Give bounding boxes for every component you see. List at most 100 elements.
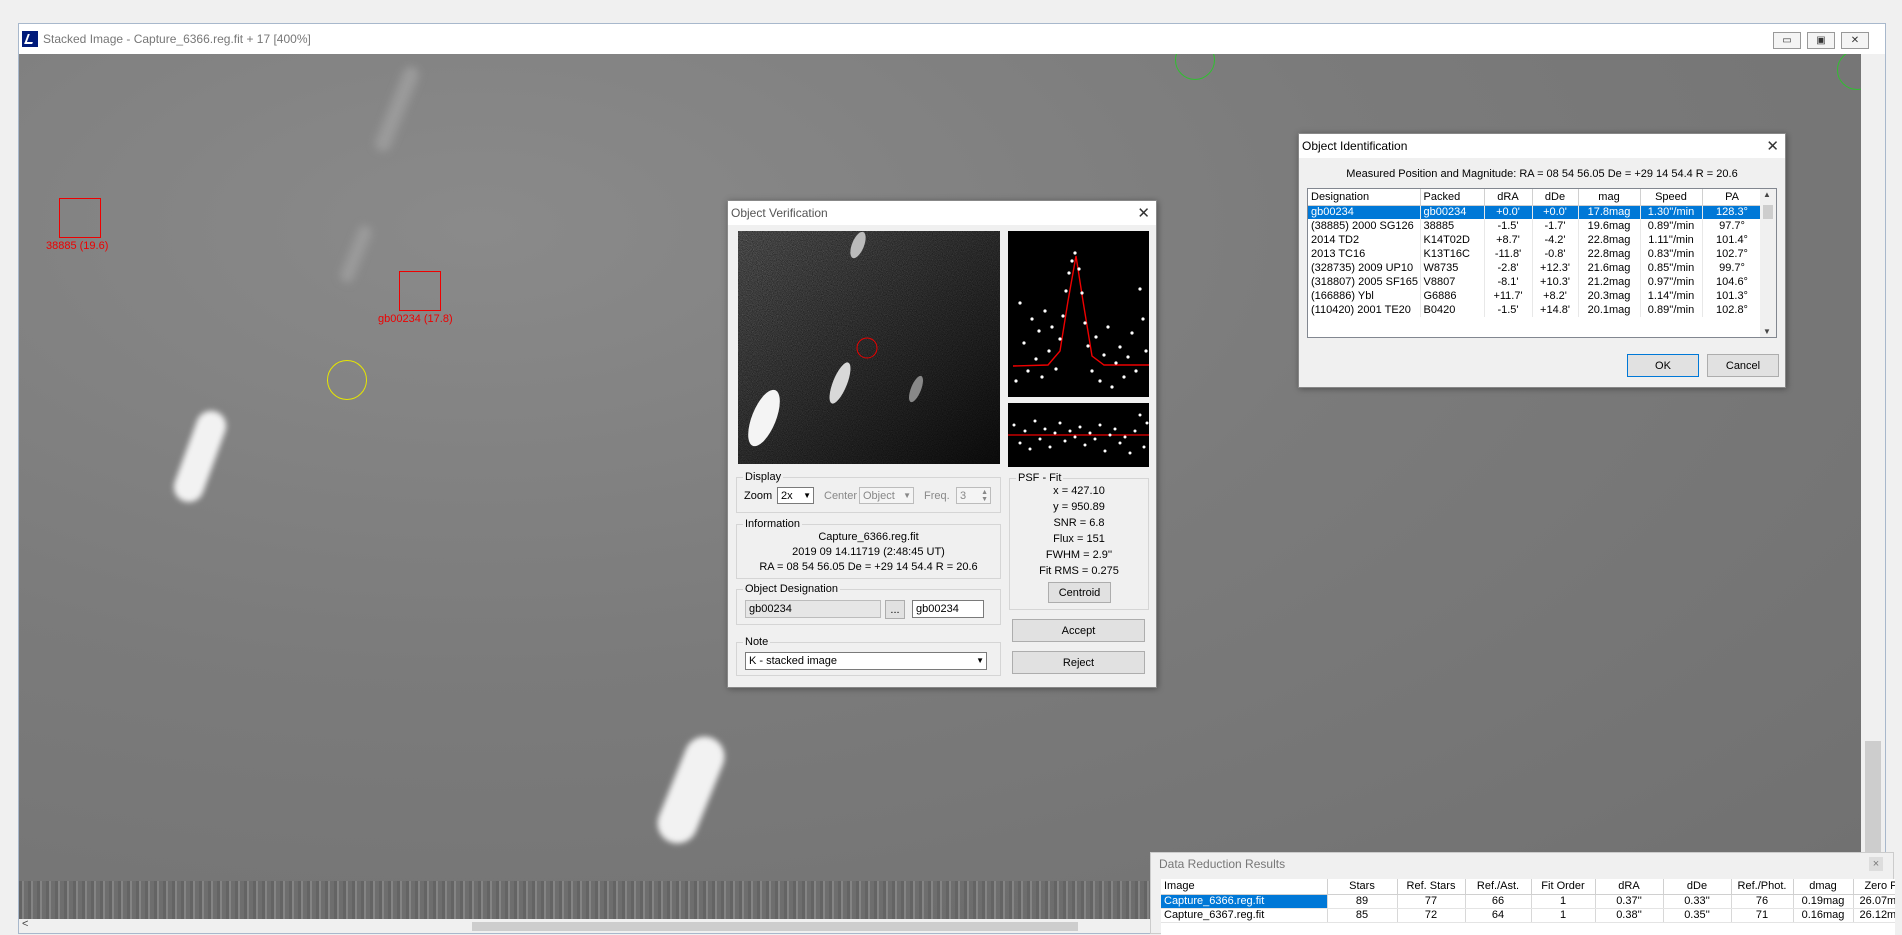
- stacked-image-titlebar[interactable]: Stacked Image - Capture_6366.reg.fit + 1…: [19, 24, 1885, 54]
- scroll-down-icon[interactable]: ▼: [1763, 327, 1771, 336]
- object-marker[interactable]: [59, 198, 101, 238]
- candidate-row[interactable]: (166886) Ybl G6886 +11.7' +8.2' 20.3mag 1.14'…: [1308, 289, 1763, 303]
- column-header[interactable]: PA: [1702, 189, 1763, 206]
- object-identification-titlebar[interactable]: Object Identification ✕: [1299, 134, 1785, 158]
- psf-x: x = 427.10: [1053, 485, 1105, 497]
- candidate-row[interactable]: (328735) 2009 UP10 W8735 -2.8' +12.3' 21.6ma…: [1308, 261, 1763, 275]
- candidate-row[interactable]: (38885) 2000 SG126 38885 -1.5' -1.7' 19.6mag…: [1308, 219, 1763, 233]
- column-header[interactable]: dmag: [1793, 879, 1854, 895]
- table-cell: gb00234: [1420, 205, 1485, 219]
- zoom-value: 2x: [781, 489, 793, 502]
- table-cell: +8.2': [1532, 289, 1579, 303]
- designation-alt-field[interactable]: gb00234: [912, 600, 984, 618]
- list-scroll-thumb[interactable]: [1763, 205, 1773, 219]
- reject-button[interactable]: Reject: [1012, 651, 1145, 674]
- table-cell: (38885) 2000 SG126: [1308, 219, 1421, 233]
- vertical-scrollbar[interactable]: [1861, 54, 1885, 921]
- candidate-row[interactable]: 2014 TD2 K14T02D +8.7' -4.2' 22.8mag 1.11''/m…: [1308, 233, 1763, 247]
- column-header[interactable]: Ref./Phot.: [1731, 879, 1794, 895]
- candidate-row[interactable]: (318807) 2005 SF165 V8807 -8.1' +10.3' 21.2m…: [1308, 275, 1763, 289]
- column-header[interactable]: Ref. Stars: [1397, 879, 1466, 895]
- horizontal-scroll-thumb[interactable]: [472, 922, 1078, 931]
- table-cell: W8735: [1420, 261, 1485, 275]
- table-cell: 38885: [1420, 219, 1485, 233]
- note-select[interactable]: K - stacked image ▼: [745, 652, 987, 670]
- centroid-label: Centroid: [1058, 586, 1101, 599]
- column-header[interactable]: Stars: [1327, 879, 1398, 895]
- table-cell: 0.38'': [1595, 908, 1664, 923]
- column-header[interactable]: dDe: [1663, 879, 1732, 895]
- target-circle[interactable]: [327, 360, 367, 400]
- center-select[interactable]: Object ▼: [859, 487, 914, 504]
- info-file: Capture_6366.reg.fit: [818, 531, 919, 543]
- column-header[interactable]: Speed: [1640, 189, 1703, 206]
- designation-field[interactable]: gb00234: [745, 600, 881, 618]
- table-cell: 26.07mag: [1853, 894, 1895, 909]
- ok-button[interactable]: OK: [1627, 354, 1699, 377]
- candidate-row[interactable]: 2013 TC16 K13T16C -11.8' -0.8' 22.8mag 0.83''…: [1308, 247, 1763, 261]
- candidate-row[interactable]: gb00234 gb00234 +0.0' +0.0' 17.8mag 1.30''/mi…: [1308, 205, 1763, 219]
- column-header[interactable]: mag: [1578, 189, 1641, 206]
- cancel-button[interactable]: Cancel: [1707, 354, 1779, 377]
- data-reduction-titlebar[interactable]: Data Reduction Results ×: [1151, 853, 1893, 875]
- table-cell: 21.6mag: [1578, 261, 1641, 275]
- dialog-title: Object Identification: [1302, 139, 1408, 153]
- candidates-list[interactable]: Designation Packed dRA dDe mag Speed PA …: [1307, 188, 1777, 338]
- table-row[interactable]: Capture_6366.reg.fit 89 77 66 1 0.37'' 0.33'' 7…: [1161, 894, 1895, 909]
- table-cell: 64: [1465, 908, 1532, 923]
- column-header[interactable]: Image: [1161, 879, 1328, 895]
- close-icon[interactable]: ×: [1869, 857, 1883, 871]
- object-zoom-image[interactable]: [738, 231, 1000, 464]
- table-cell: 102.7°: [1702, 247, 1763, 261]
- table-cell: 76: [1731, 894, 1794, 909]
- object-marker-label: 38885 (19.6): [46, 240, 109, 252]
- accept-button[interactable]: Accept: [1012, 619, 1145, 642]
- maximize-button[interactable]: ▣: [1807, 32, 1835, 49]
- freq-label: Freq.: [924, 490, 950, 502]
- freq-stepper[interactable]: 3 ▲ ▼: [956, 487, 991, 504]
- star-circle[interactable]: [1175, 54, 1215, 80]
- column-header[interactable]: dRA: [1484, 189, 1533, 206]
- chevron-down-icon: ▼: [803, 491, 811, 500]
- scroll-left-icon[interactable]: <: [22, 918, 28, 930]
- app-icon: [22, 31, 38, 47]
- column-header[interactable]: dDe: [1532, 189, 1579, 206]
- table-cell: K14T02D: [1420, 233, 1485, 247]
- table-cell: 0.89''/min: [1640, 303, 1703, 317]
- measured-position: Measured Position and Magnitude: RA = 08…: [1346, 168, 1738, 180]
- table-cell: 2013 TC16: [1308, 247, 1421, 261]
- column-header[interactable]: Designation: [1308, 189, 1421, 206]
- zoom-select[interactable]: 2x ▼: [777, 487, 814, 504]
- object-designation-group-label: Object Designation: [743, 583, 840, 595]
- scroll-up-icon[interactable]: ▲: [1763, 190, 1771, 199]
- zoom-label: Zoom: [744, 490, 773, 502]
- candidate-row[interactable]: (110420) 2001 TE20 B0420 -1.5' +14.8' 20.1ma…: [1308, 303, 1763, 317]
- list-scrollbar[interactable]: ▲ ▼: [1760, 189, 1776, 337]
- close-icon[interactable]: ✕: [1766, 137, 1779, 155]
- table-cell: 1.30''/min: [1640, 205, 1703, 219]
- star-circle[interactable]: [1837, 54, 1861, 90]
- column-header[interactable]: Packed: [1420, 189, 1485, 206]
- column-header[interactable]: dRA: [1595, 879, 1664, 895]
- table-cell: 17.8mag: [1578, 205, 1641, 219]
- table-cell: -1.5': [1484, 303, 1533, 317]
- table-cell: 71: [1731, 908, 1794, 923]
- table-row[interactable]: Capture_6367.reg.fit 85 72 64 1 0.38'' 0.35'' 7…: [1161, 908, 1895, 923]
- table-cell: 0.33'': [1663, 894, 1732, 909]
- browse-designation-button[interactable]: ...: [885, 600, 905, 619]
- column-header[interactable]: Ref./Ast.: [1465, 879, 1532, 895]
- table-cell: 1.14''/min: [1640, 289, 1703, 303]
- column-header[interactable]: Zero Pt.: [1853, 879, 1895, 895]
- close-icon: ✕: [1850, 35, 1860, 46]
- table-cell: 0.19mag: [1793, 894, 1854, 909]
- centroid-button[interactable]: Centroid: [1048, 582, 1111, 603]
- table-cell: 66: [1465, 894, 1532, 909]
- freq-value: 3: [960, 489, 967, 502]
- close-button[interactable]: ✕: [1841, 32, 1869, 49]
- minimize-button[interactable]: ▭: [1773, 32, 1801, 49]
- column-header[interactable]: Fit Order: [1531, 879, 1596, 895]
- object-marker[interactable]: [399, 271, 441, 311]
- close-icon[interactable]: ✕: [1137, 204, 1150, 222]
- object-verification-titlebar[interactable]: Object Verification ✕: [728, 201, 1156, 225]
- table-cell: +10.3': [1532, 275, 1579, 289]
